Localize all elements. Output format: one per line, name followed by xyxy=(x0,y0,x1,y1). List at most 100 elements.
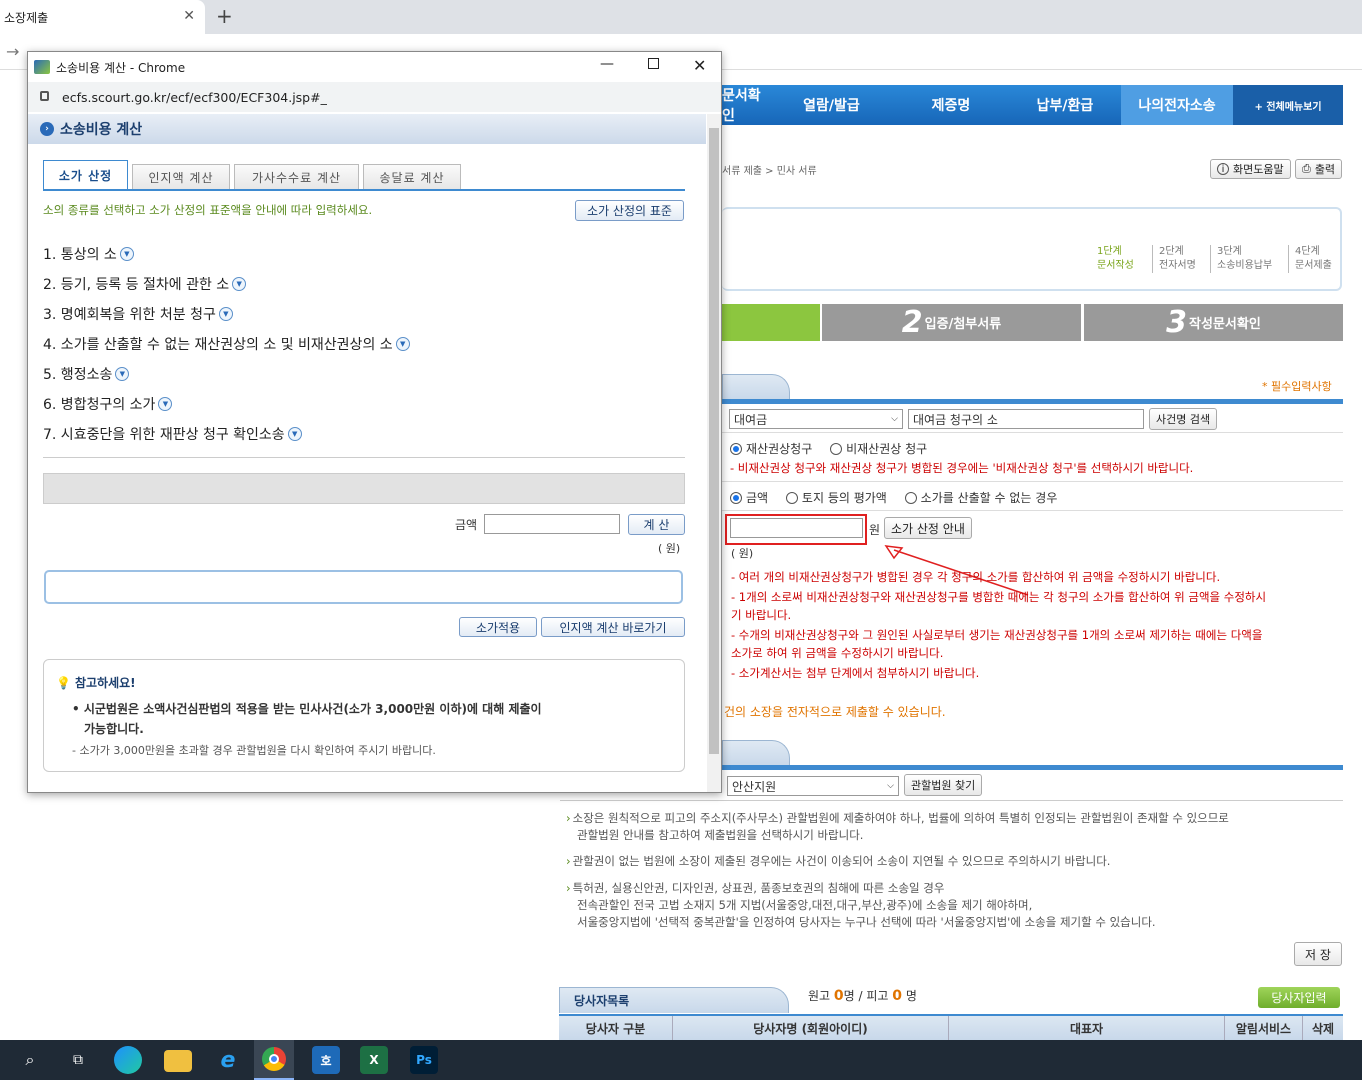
back-icon[interactable]: → xyxy=(6,42,19,61)
case-type-select[interactable]: 대여금 ⌵ xyxy=(729,409,903,429)
ie-icon[interactable]: e xyxy=(214,1046,242,1074)
radio-uncomputable[interactable]: 소가를 산출할 수 없는 경우 xyxy=(904,489,1057,506)
popup-titlebar: 소송비용 계산 - Chrome — ✕ xyxy=(28,52,721,82)
menu-item-3[interactable]: 3. 명예회복을 위한 처분 청구 ▼ xyxy=(43,304,233,324)
info-subtext: - 소가가 3,000만원을 초과할 경우 관할법원을 다시 확인하여 주시기 … xyxy=(72,744,436,757)
expand-icon: ▼ xyxy=(395,337,410,351)
nav-item-cert[interactable]: 제증명 xyxy=(893,85,1009,125)
claim-type-radios: 재산권상청구 비재산권상 청구 xyxy=(730,440,941,458)
printer-icon: ⎙ xyxy=(1302,162,1311,175)
apply-button[interactable]: 소가적용 xyxy=(459,617,537,637)
step-3: 3단계 소송비용납부 xyxy=(1210,245,1272,273)
menu-item-4[interactable]: 4. 소가를 산출할 수 없는 재산권상의 소 및 비재산권상의 소 ▼ xyxy=(43,334,410,354)
excel-icon[interactable]: X xyxy=(360,1046,388,1074)
minimize-icon[interactable]: — xyxy=(600,56,614,72)
claim-note: - 비재산권상 청구와 재산권상 청구가 병합된 경우에는 '비재산권상 청구'… xyxy=(730,461,1194,475)
col-notification: 알림서비스 xyxy=(1225,1016,1303,1040)
expand-icon: ▼ xyxy=(158,397,173,411)
won-label: 원 xyxy=(869,523,881,537)
detail-panel xyxy=(43,473,685,504)
claim-guide-button[interactable]: 소가 산정 안내 xyxy=(884,517,972,539)
case-search-button[interactable]: 사건명 검색 xyxy=(1149,408,1218,430)
search-icon[interactable]: ⌕ xyxy=(16,1046,44,1074)
progress-step-1 xyxy=(722,304,820,341)
step-4: 4단계 문서제출 xyxy=(1288,245,1332,273)
menu-item-7[interactable]: 7. 시효중단을 위한 재판상 청구 확인소송 ▼ xyxy=(43,424,302,444)
help-button[interactable]: i 화면도움말 xyxy=(1210,159,1291,179)
browser-tab-bar: 소장제출 ✕ + xyxy=(0,0,1362,34)
menu-item-2[interactable]: 2. 등기, 등록 등 절차에 관한 소 ▼ xyxy=(43,274,247,294)
court-note-2: › 관할권이 없는 법원에 소장이 제출된 경우에는 사건이 이송되어 소송이 지… xyxy=(566,854,1111,868)
expand-icon: ▼ xyxy=(287,427,302,441)
required-note: * 필수입력사항 xyxy=(1262,380,1332,393)
print-button[interactable]: ⎙ 출력 xyxy=(1295,159,1343,179)
tab-claim-value[interactable]: 소가 산정 xyxy=(43,160,128,189)
expand-icon: ▼ xyxy=(115,367,130,381)
tab-stamp[interactable]: 인지액 계산 xyxy=(132,164,230,190)
chevron-right-icon: › xyxy=(40,122,54,136)
task-view-icon[interactable]: ⧉ xyxy=(64,1046,92,1074)
popup-title: 소송비용 계산 - Chrome xyxy=(56,60,186,75)
col-representative: 대표자 xyxy=(949,1016,1225,1040)
won-paren: ( 원) xyxy=(731,547,754,560)
amount-input[interactable] xyxy=(484,514,620,534)
court-select[interactable]: 안산지원 ⌵ xyxy=(727,776,899,796)
calculate-button[interactable]: 계 산 xyxy=(628,514,685,535)
result-field[interactable] xyxy=(44,570,683,604)
edge-icon[interactable] xyxy=(114,1046,142,1074)
browser-tab[interactable]: 소장제출 ✕ xyxy=(0,0,205,34)
goto-stamp-button[interactable]: 인지액 계산 바로가기 xyxy=(541,617,685,637)
tab-service-fee[interactable]: 송달료 계산 xyxy=(363,164,461,190)
chevron-down-icon: ⌵ xyxy=(887,781,894,791)
popup-header: › 소송비용 계산 xyxy=(28,114,706,144)
nav-item-view[interactable]: 열람/발급 xyxy=(770,85,893,125)
info-icon: i xyxy=(1217,163,1229,175)
photoshop-icon[interactable]: Ps xyxy=(410,1046,438,1074)
nav-item-payment[interactable]: 납부/환급 xyxy=(1009,85,1121,125)
section-divider-2 xyxy=(722,765,1343,770)
court-logo-icon xyxy=(34,60,50,74)
party-list-tab: 당사자목록 xyxy=(559,987,789,1013)
main-nav: 문서확인 열람/발급 제증명 납부/환급 나의전자소송 + 전체메뉴보기 xyxy=(722,85,1343,125)
amount-type-radios: 금액 토지 등의 평가액 소가를 산출할 수 없는 경우 xyxy=(730,489,1071,507)
file-explorer-icon[interactable] xyxy=(164,1050,192,1072)
save-button[interactable]: 저 장 xyxy=(1294,942,1342,966)
menu-item-6[interactable]: 6. 병합청구의 소가 ▼ xyxy=(43,394,173,414)
taskbar: ⌕ ⧉ e 호 X Ps xyxy=(0,1040,1362,1080)
expand-icon: ▼ xyxy=(232,277,247,291)
add-party-button[interactable]: 당사자입력 xyxy=(1258,987,1340,1008)
tab-title: 소장제출 xyxy=(4,10,49,25)
claim-amount-input[interactable] xyxy=(730,518,863,538)
orange-note: 건의 소장을 전자적으로 제출할 수 있습니다. xyxy=(724,705,946,719)
maximize-icon[interactable] xyxy=(648,58,659,69)
close-tab-icon[interactable]: ✕ xyxy=(183,8,195,24)
scrollbar-thumb[interactable] xyxy=(709,128,719,754)
hwp-icon[interactable]: 호 xyxy=(312,1046,340,1074)
amount-label: 금액 xyxy=(455,518,478,532)
standard-button[interactable]: 소가 산정의 표준 xyxy=(575,200,684,221)
nav-item-my-ecourt[interactable]: 나의전자소송 xyxy=(1121,85,1233,125)
radio-property-claim[interactable]: 재산권상청구 xyxy=(730,440,812,457)
radio-nonproperty-claim[interactable]: 비재산권상 청구 xyxy=(830,440,927,457)
tab-family-fee[interactable]: 가사수수료 계산 xyxy=(234,164,359,190)
nav-item-all-menu[interactable]: + 전체메뉴보기 xyxy=(1233,85,1343,125)
chrome-icon[interactable] xyxy=(254,1040,294,1080)
court-note-1: › 소장은 원칙적으로 피고의 주소지(주사무소) 관할법원에 제출하여야 하나,… xyxy=(566,811,1229,842)
court-search-button[interactable]: 관할법원 찾기 xyxy=(904,774,983,796)
col-party-name: 당사자명 (회원아이디) xyxy=(673,1016,949,1040)
close-icon[interactable]: ✕ xyxy=(693,56,706,75)
step-1: 1단계 문서작성 xyxy=(1097,246,1134,271)
nav-item-doc-check[interactable]: 문서확인 xyxy=(722,85,770,125)
new-tab-icon[interactable]: + xyxy=(216,4,233,28)
col-delete: 삭제 xyxy=(1311,1021,1335,1036)
info-box: 💡 참고하세요! • 시군법원은 소액사건심판법의 적용을 받는 민사사건(소가 … xyxy=(43,659,685,772)
radio-land-value[interactable]: 토지 등의 평가액 xyxy=(785,489,887,506)
section-tab-court xyxy=(722,740,790,766)
menu-item-5[interactable]: 5. 행정소송 ▼ xyxy=(43,364,130,384)
info-text: • 시군법원은 소액사건심판법의 적용을 받는 민사사건(소가 3,000만원 … xyxy=(72,702,542,736)
case-name-input[interactable]: 대여금 청구의 소 xyxy=(908,409,1144,429)
menu-item-1[interactable]: 1. 통상의 소 ▼ xyxy=(43,244,134,264)
radio-amount[interactable]: 금액 xyxy=(730,489,768,506)
expand-icon: ▼ xyxy=(119,247,134,261)
popup-url-bar: ecfs.scourt.go.kr/ecf/ecf300/ECF304.jsp#… xyxy=(28,82,721,112)
